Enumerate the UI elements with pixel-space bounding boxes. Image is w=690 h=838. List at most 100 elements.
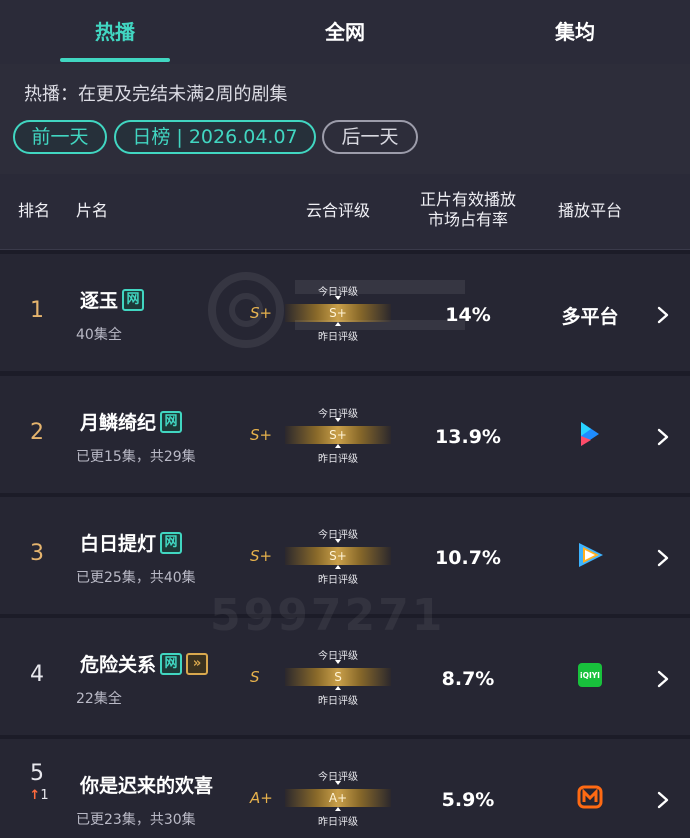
yesterday-marker [335, 322, 341, 326]
today-marker [335, 539, 341, 543]
yesterday-marker [335, 807, 341, 811]
chevron-right-icon[interactable] [653, 668, 673, 690]
tencent-video-icon [575, 543, 605, 573]
market-share: 10.7% [435, 547, 501, 569]
rating-indicator: 今日评级 S+ 昨日评级 [285, 283, 391, 343]
chevron-right-icon[interactable] [653, 789, 673, 811]
chevron-right-icon[interactable] [653, 547, 673, 569]
today-grade-bar: A+ [285, 789, 391, 807]
today-marker [335, 296, 341, 300]
table-row[interactable]: 4 危险关系网» 22集全 S 今日评级 S 昨日评级 8.7% iQIYI [0, 618, 690, 735]
previous-day-button[interactable]: 前一天 [13, 120, 107, 154]
yesterday-marker [335, 444, 341, 448]
active-tab-indicator [60, 58, 170, 62]
table-row[interactable]: 2 月鳞绮纪网 已更15集，共29集 S+ 今日评级 S+ 昨日评级 13.9% [0, 376, 690, 493]
yesterday-grade: S+ [250, 547, 273, 565]
market-share: 8.7% [441, 668, 495, 690]
mango-tv-icon [577, 785, 603, 815]
yesterday-rating-label: 昨日评级 [318, 332, 358, 343]
rank-change-value: 1 [40, 788, 49, 803]
chevron-right-icon[interactable] [653, 304, 673, 326]
yesterday-rating-label: 昨日评级 [318, 696, 358, 707]
youku-icon [577, 422, 603, 452]
show-title-text: 你是迟来的欢喜 [80, 775, 214, 797]
yesterday-grade: A+ [250, 789, 273, 807]
rating-indicator: 今日评级 S 昨日评级 [285, 647, 391, 707]
platform: 多平台 [548, 302, 632, 329]
show-title-text: 危险关系 [80, 654, 157, 676]
today-grade-bar: S+ [285, 304, 391, 322]
episode-status: 22集全 [76, 691, 122, 707]
episode-status: 已更15集，共29集 [76, 449, 196, 465]
platform: iQIYI [548, 662, 632, 692]
rating-indicator: 今日评级 A+ 昨日评级 [285, 768, 391, 828]
list-description: 热播：在更及完结未满2周的剧集 [24, 84, 288, 105]
header-title: 片名 [76, 201, 109, 220]
today-marker [335, 781, 341, 785]
yesterday-rating-label: 昨日评级 [318, 575, 358, 586]
today-grade-bar: S+ [285, 547, 391, 565]
date-selector[interactable]: 日榜 | 2026.04.07 [114, 120, 316, 154]
show-title-text: 月鳞绮纪 [80, 412, 157, 434]
svg-text:iQIYI: iQIYI [580, 671, 600, 680]
rating-indicator: 今日评级 S+ 昨日评级 [285, 405, 391, 465]
web-drama-tag: 网 [160, 531, 183, 554]
web-drama-tag: 网 [122, 288, 145, 311]
platform [548, 541, 632, 573]
show-title-text: 逐玉 [80, 290, 119, 312]
header-market-share: 正片有效播放 市场占有率 [419, 190, 516, 229]
table-header: 排名 片名 云合评级 正片有效播放 市场占有率 播放平台 [0, 174, 690, 250]
table-row[interactable]: 3 白日提灯网 已更25集，共40集 S+ 今日评级 S+ 昨日评级 10.7% [0, 497, 690, 614]
market-share: 13.9% [435, 426, 501, 448]
rank-number: 5 [30, 761, 44, 786]
yesterday-marker [335, 565, 341, 569]
platform [548, 420, 632, 452]
rank-number: 2 [30, 420, 44, 445]
table-row[interactable]: 5 ↑1 你是迟来的欢喜 已更23集，共30集 A+ 今日评级 A+ 昨日评级 … [0, 739, 690, 838]
chevron-right-icon[interactable] [653, 426, 673, 448]
tab-episode-average[interactable]: 集均 [500, 0, 650, 64]
next-day-button[interactable]: 后一天 [322, 120, 418, 154]
iqiyi-icon: iQIYI [577, 663, 603, 692]
web-drama-tag: 网 [160, 410, 183, 433]
yesterday-marker [335, 686, 341, 690]
platform [548, 783, 632, 815]
header-platform: 播放平台 [557, 201, 622, 220]
rank-number: 1 [30, 298, 44, 323]
top-tab-bar: 热播 全网 集均 [0, 0, 690, 64]
table-row[interactable]: 1 逐玉网 40集全 S+ 今日评级 S+ 昨日评级 14% 多平台 [0, 254, 690, 371]
rank-change: ↑1 [22, 788, 56, 803]
show-title: 逐玉网 [80, 286, 145, 313]
tab-hot[interactable]: 热播 [40, 0, 190, 64]
show-title-text: 白日提灯 [80, 533, 157, 555]
filter-area: 热播：在更及完结未满2周的剧集 前一天 日榜 | 2026.04.07 后一天 [0, 64, 690, 174]
web-drama-tag: 网 [160, 652, 183, 675]
episode-status: 已更25集，共40集 [76, 570, 196, 586]
show-title: 月鳞绮纪网 [80, 408, 183, 435]
yesterday-grade: S [250, 668, 260, 686]
show-title: 你是迟来的欢喜 [80, 771, 213, 798]
episode-status: 40集全 [76, 327, 122, 343]
market-share: 14% [445, 304, 491, 326]
yesterday-rating-label: 昨日评级 [318, 454, 358, 465]
fast-forward-tag: » [186, 652, 209, 675]
platform-label: 多平台 [561, 306, 619, 328]
rank-number: 3 [30, 541, 44, 566]
rank-number: 4 [30, 662, 44, 687]
today-grade-bar: S+ [285, 426, 391, 444]
market-share: 5.9% [441, 789, 495, 811]
yesterday-grade: S+ [250, 426, 273, 444]
today-marker [335, 660, 341, 664]
yesterday-grade: S+ [250, 304, 273, 322]
rank-up-icon: ↑ [29, 788, 41, 803]
episode-status: 已更23集，共30集 [76, 812, 196, 828]
header-rank: 排名 [18, 201, 51, 220]
rating-indicator: 今日评级 S+ 昨日评级 [285, 526, 391, 586]
today-marker [335, 418, 341, 422]
tab-all-network[interactable]: 全网 [270, 0, 420, 64]
yesterday-rating-label: 昨日评级 [318, 817, 358, 828]
show-title: 白日提灯网 [80, 529, 183, 556]
today-grade-bar: S [285, 668, 391, 686]
header-rating: 云合评级 [305, 201, 370, 220]
show-title: 危险关系网» [80, 650, 209, 677]
